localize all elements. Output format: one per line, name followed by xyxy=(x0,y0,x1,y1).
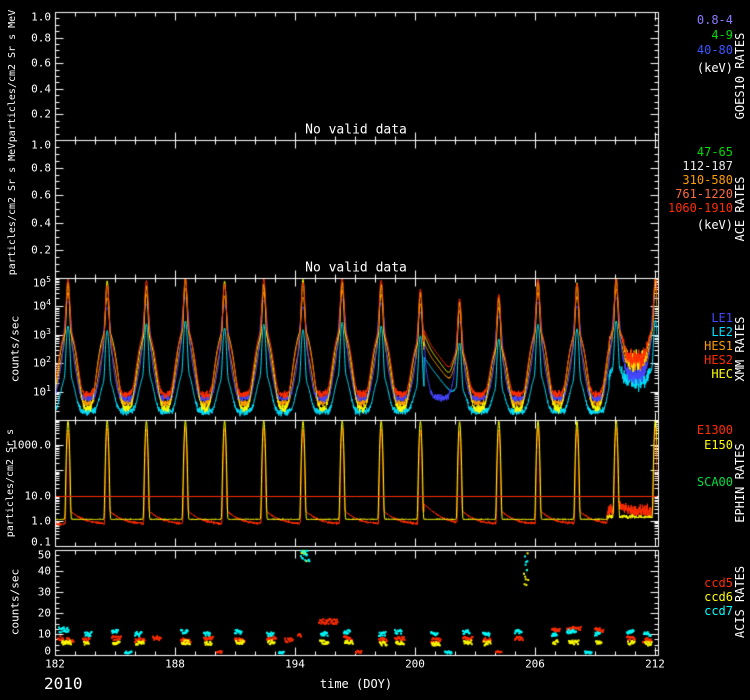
no-valid-data-goes: No valid data xyxy=(305,124,407,137)
legend-40-80: 40-80 xyxy=(697,44,733,56)
y-tick-label-0.6: 0.6 xyxy=(0,58,51,69)
y-tick-label-30: 30 xyxy=(0,587,51,598)
x-tick-label-182: 182 xyxy=(45,659,65,670)
y-axis-title-acis: counts/sec xyxy=(10,569,21,635)
plot-canvas xyxy=(0,0,750,700)
no-valid-data-ace: No valid data xyxy=(305,262,407,275)
y-tick-label-1.0: 1.0 xyxy=(0,140,51,151)
y-tick-label-1e4: 104 xyxy=(0,301,51,312)
legend-LE2: LE2 xyxy=(711,326,733,338)
y-tick-label-1e2: 102 xyxy=(0,358,51,369)
y-tick-label-0.4: 0.4 xyxy=(0,217,51,228)
legend-E150: E150 xyxy=(704,439,733,451)
panel-title-ace-rates: ACE RATES xyxy=(734,176,746,241)
y-tick-label-50: 50 xyxy=(0,550,51,561)
panel-title-goes10-rates: GOES10 RATES xyxy=(734,33,746,120)
legend-(keV): (keV) xyxy=(697,219,733,231)
y-tick-label-10.0: 10.0 xyxy=(0,490,51,501)
legend-1060-1910: 1060-1910 xyxy=(668,202,733,214)
legend-112-187: 112-187 xyxy=(682,160,733,172)
legend-HES2: HES2 xyxy=(704,354,733,366)
legend-HES1: HES1 xyxy=(704,340,733,352)
legend-SCA00: SCA00 xyxy=(697,476,733,488)
y-axis-title-goes: particles/cm2 Sr s MeV xyxy=(8,10,18,142)
y-tick-label-10: 10 xyxy=(0,629,51,640)
legend-4-9: 4-9 xyxy=(711,29,733,41)
y-tick-label-1000.0: 1000.0 xyxy=(0,440,51,451)
y-tick-label-1e3: 103 xyxy=(0,329,51,340)
legend-ccd5: ccd5 xyxy=(704,577,733,589)
y-tick-label-1.0: 1.0 xyxy=(0,515,51,526)
y-tick-label-0.2: 0.2 xyxy=(0,109,51,120)
radiation-monitor-figure: GOES10 RATES ACE RATES XMM RATES EPHIN R… xyxy=(0,0,750,700)
legend-(keV): (keV) xyxy=(697,62,733,74)
y-tick-label-1e5: 105 xyxy=(0,278,51,289)
panel-title-acis-rates: ACIS RATES xyxy=(734,566,746,638)
legend-E1300: E1300 xyxy=(697,424,733,436)
y-tick-label-40: 40 xyxy=(0,566,51,577)
legend-761-1220: 761-1220 xyxy=(675,188,733,200)
y-tick-label-0.6: 0.6 xyxy=(0,190,51,201)
x-tick-label-188: 188 xyxy=(165,659,185,670)
legend-0.8-4: 0.8-4 xyxy=(697,14,733,26)
y-tick-label-0.1: 0.1 xyxy=(0,537,51,548)
y-tick-label-0.4: 0.4 xyxy=(0,83,51,94)
y-axis-title-xmm: counts/sec xyxy=(10,316,21,382)
year-label: 2010 xyxy=(44,676,83,692)
legend-310-580: 310-580 xyxy=(682,174,733,186)
x-tick-label-194: 194 xyxy=(285,659,305,670)
legend-LE1: LE1 xyxy=(711,312,733,324)
x-tick-label-206: 206 xyxy=(525,659,545,670)
y-tick-label-0.2: 0.2 xyxy=(0,245,51,256)
legend-ccd7: ccd7 xyxy=(704,605,733,617)
x-axis-title: time (DOY) xyxy=(320,678,392,690)
y-tick-label-0.8: 0.8 xyxy=(0,32,51,43)
x-tick-label-200: 200 xyxy=(405,659,425,670)
y-tick-label-0: 0 xyxy=(0,646,51,657)
y-tick-label-1e1: 101 xyxy=(0,386,51,397)
y-tick-label-1.0: 1.0 xyxy=(0,12,51,23)
panel-title-ephin-rates: EPHIN RATES xyxy=(734,443,746,522)
x-tick-label-212: 212 xyxy=(645,659,665,670)
panel-title-xmm-rates: XMM RATES xyxy=(734,316,746,381)
y-tick-label-0.8: 0.8 xyxy=(0,162,51,173)
legend-ccd6: ccd6 xyxy=(704,591,733,603)
legend-47-65: 47-65 xyxy=(697,146,733,158)
legend-HEC: HEC xyxy=(711,368,733,380)
y-tick-label-20: 20 xyxy=(0,608,51,619)
